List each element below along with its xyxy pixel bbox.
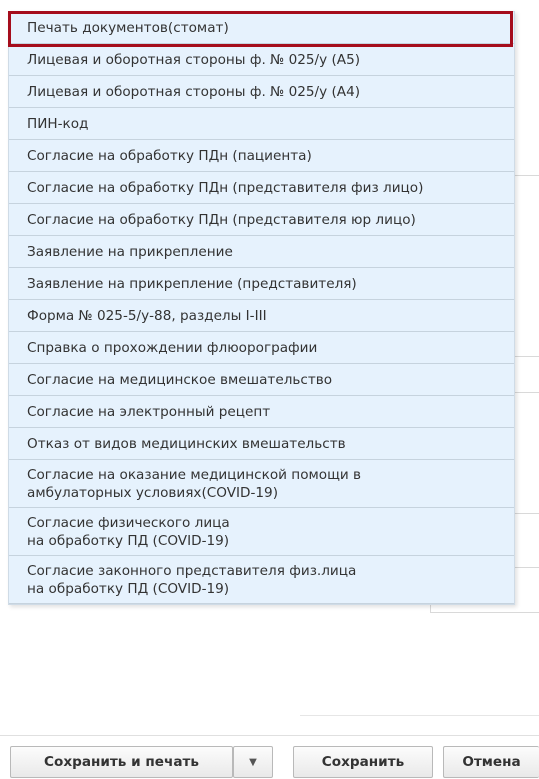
menu-item-fluorography-certificate[interactable]: Справка о прохождении флюорографии: [9, 332, 514, 364]
background-divider: [300, 715, 539, 716]
cancel-button[interactable]: Отмена: [443, 746, 539, 778]
menu-item-pin-code[interactable]: ПИН-код: [9, 108, 514, 140]
menu-item-outpatient-care-consent-covid[interactable]: Согласие на оказание медицинской помощи …: [9, 460, 514, 508]
print-documents-dropdown-menu: Печать документов(стомат) Лицевая и обор…: [8, 11, 515, 605]
menu-item-medical-intervention-consent[interactable]: Согласие на медицинское вмешательство: [9, 364, 514, 396]
menu-item-consent-pdn-patient[interactable]: Согласие на обработку ПДн (пациента): [9, 140, 514, 172]
menu-item-medical-intervention-refusal[interactable]: Отказ от видов медицинских вмешательств: [9, 428, 514, 460]
menu-item-consent-pdn-representative-individual[interactable]: Согласие на обработку ПДн (представителя…: [9, 172, 514, 204]
caret-down-icon: ▼: [249, 756, 257, 768]
save-button[interactable]: Сохранить: [293, 746, 433, 778]
menu-item-e-prescription-consent[interactable]: Согласие на электронный рецепт: [9, 396, 514, 428]
menu-item-print-documents-stomat[interactable]: Печать документов(стомат): [9, 12, 514, 44]
form-footer: Сохранить и печать ▼ Сохранить Отмена: [0, 735, 539, 779]
save-and-print-button[interactable]: Сохранить и печать: [10, 746, 233, 778]
menu-item-form-025-5[interactable]: Форма № 025-5/у-88, разделы I-III: [9, 300, 514, 332]
menu-item-individual-pd-consent-covid[interactable]: Согласие физического лица на обработку П…: [9, 508, 514, 556]
save-print-dropdown-toggle[interactable]: ▼: [233, 746, 273, 778]
menu-item-form-025-a4[interactable]: Лицевая и оборотная стороны ф. № 025/у (…: [9, 76, 514, 108]
menu-item-attachment-application[interactable]: Заявление на прикрепление: [9, 236, 514, 268]
menu-item-legal-representative-pd-consent-covid[interactable]: Согласие законного представителя физ.лиц…: [9, 556, 514, 604]
menu-item-attachment-application-representative[interactable]: Заявление на прикрепление (представителя…: [9, 268, 514, 300]
menu-item-form-025-a5[interactable]: Лицевая и оборотная стороны ф. № 025/у (…: [9, 44, 514, 76]
menu-item-consent-pdn-representative-legal[interactable]: Согласие на обработку ПДн (представителя…: [9, 204, 514, 236]
